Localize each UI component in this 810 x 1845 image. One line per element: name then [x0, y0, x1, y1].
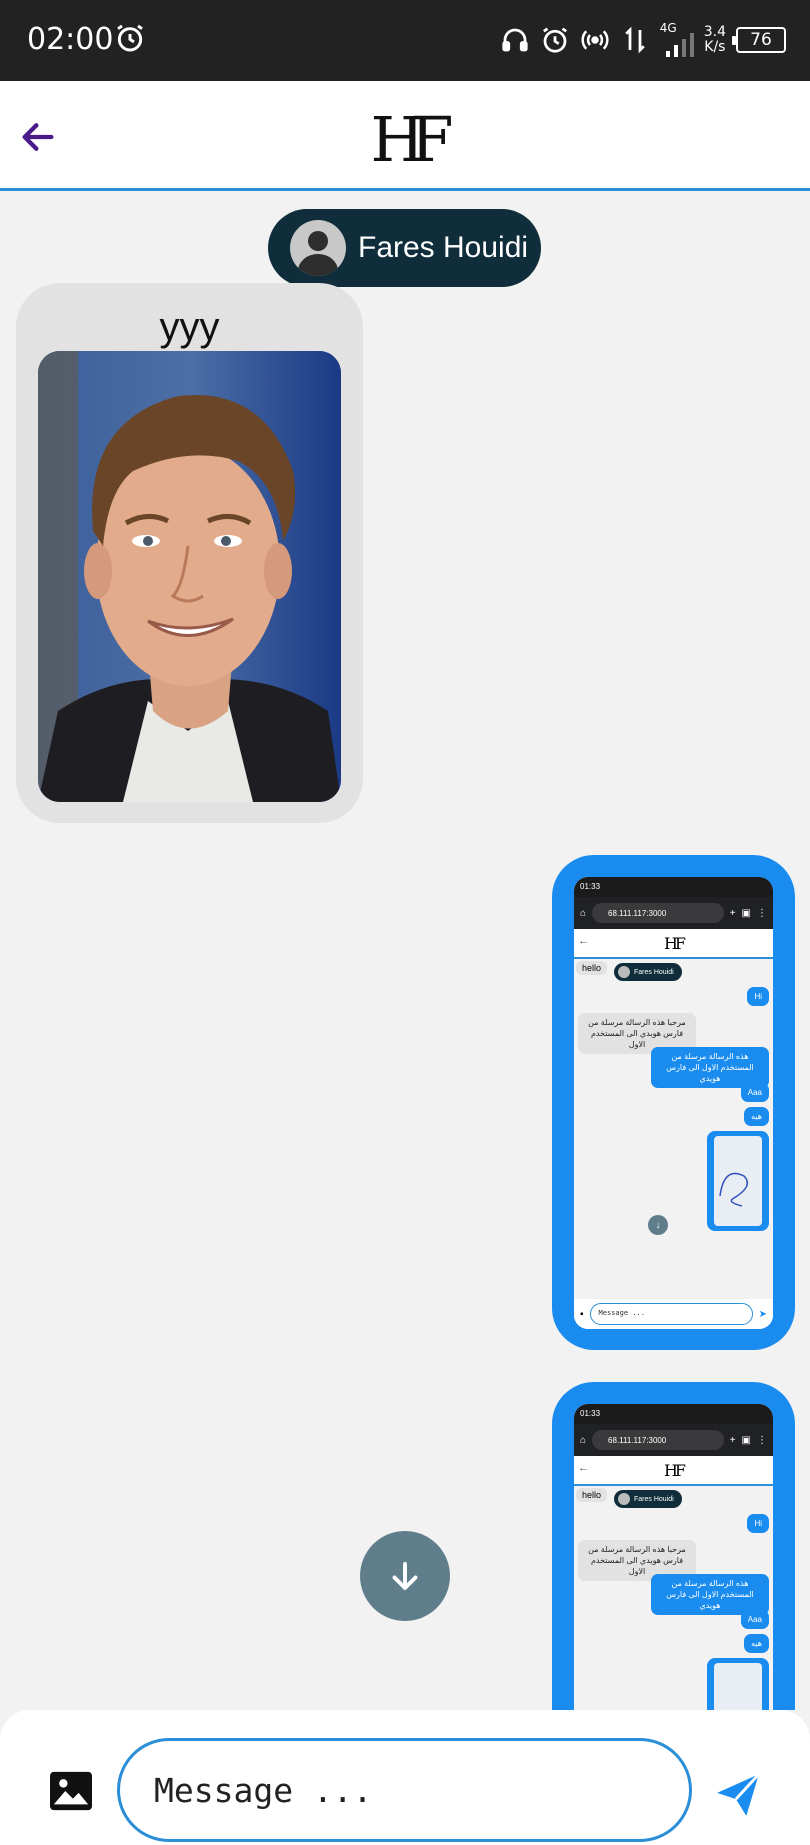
- message-photo[interactable]: [38, 351, 341, 802]
- embedded-message: Hi: [747, 987, 769, 1006]
- arrow-left-icon: ←: [578, 1462, 589, 1474]
- status-time: 02:00: [27, 22, 114, 57]
- message-text: yyy: [159, 305, 220, 349]
- scroll-down-button[interactable]: [360, 1531, 450, 1621]
- incoming-message: yyy: [16, 283, 363, 823]
- embedded-message: hello: [576, 961, 608, 975]
- embedded-status-time: 01:33: [574, 1404, 773, 1424]
- arrow-left-icon: ←: [578, 935, 589, 947]
- image-icon[interactable]: [48, 1770, 94, 1812]
- embedded-message: هذه الرسالة مرسلة من المستخدم الاول الى …: [651, 1574, 769, 1615]
- speed-unit: K/s: [704, 39, 726, 55]
- user-avatar-icon: [290, 220, 346, 276]
- embedded-message: Aaa: [740, 1610, 769, 1629]
- plus-icon: +: [729, 907, 736, 919]
- send-icon: ➤: [758, 1308, 767, 1320]
- embedded-contact-name: Fares Houidi: [634, 1495, 674, 1503]
- speed-value: 3.4: [703, 24, 726, 40]
- image-icon: ▪: [580, 1308, 584, 1320]
- home-icon: ⌂: [580, 1434, 587, 1446]
- embedded-contact-name: Fares Houidi: [634, 968, 674, 976]
- outgoing-image-message[interactable]: 01:33 ⌂ 68.111.117:3000 + ▣ ⋮ ← HF hello…: [552, 855, 795, 1350]
- message-input[interactable]: [117, 1738, 692, 1842]
- tabs-icon: ▣: [741, 907, 751, 919]
- embedded-contact-pill: Fares Houidi: [614, 963, 682, 981]
- embedded-screenshot: 01:33 ⌂ 68.111.117:3000 + ▣ ⋮ ← HF hello…: [574, 877, 773, 1329]
- arrow-down-icon: [392, 1562, 418, 1590]
- plus-icon: +: [729, 1434, 736, 1446]
- user-avatar-icon: [618, 1493, 630, 1505]
- embedded-url: 68.111.117:3000: [592, 903, 724, 923]
- embedded-contact-pill: Fares Houidi: [614, 1490, 682, 1508]
- battery-icon: 76: [732, 27, 786, 53]
- signal-icon: 4G: [660, 21, 694, 57]
- more-icon: ⋮: [757, 907, 767, 919]
- embedded-message: Hi: [747, 1514, 769, 1533]
- embedded-image-message: [707, 1658, 769, 1710]
- message-composer: [0, 1710, 810, 1845]
- embedded-chat: hello Fares Houidi Hi مرحبا هذه الرسالة …: [574, 959, 773, 1329]
- embedded-header: ← HF: [574, 929, 773, 959]
- status-icons: 4G 3.4 K/s 76: [500, 18, 786, 62]
- tabs-icon: ▣: [741, 1434, 751, 1446]
- chat-header: HF: [0, 81, 810, 191]
- arrow-down-icon: ↓: [648, 1215, 668, 1235]
- embedded-image-message: [707, 1131, 769, 1231]
- embedded-chat: hello Fares Houidi Hi مرحبا هذه الرسالة …: [574, 1486, 773, 1710]
- embedded-logo: HF: [663, 934, 686, 953]
- alarm-icon: [542, 27, 567, 53]
- home-icon: ⌂: [580, 907, 587, 919]
- embedded-browser-bar: ⌂ 68.111.117:3000 + ▣ ⋮: [574, 897, 773, 929]
- network-speed: 3.4 K/s: [704, 25, 726, 55]
- embedded-message: هذه الرسالة مرسلة من المستخدم الاول الى …: [651, 1047, 769, 1088]
- embedded-input: Message ...: [589, 1303, 753, 1325]
- more-icon: ⋮: [757, 1434, 767, 1446]
- embedded-screenshot: 01:33 ⌂ 68.111.117:3000 + ▣ ⋮ ← HF hello…: [574, 1404, 773, 1710]
- embedded-message: هيه: [744, 1634, 769, 1653]
- embedded-status-time: 01:33: [574, 877, 773, 897]
- embedded-message: هيه: [744, 1107, 769, 1126]
- embedded-composer: ▪ Message ... ➤: [574, 1299, 773, 1329]
- embedded-browser-bar: ⌂ 68.111.117:3000 + ▣ ⋮: [574, 1424, 773, 1456]
- embedded-message: Aaa: [740, 1083, 769, 1102]
- status-bar: 02:00 4G 3.4 K/s 76: [0, 0, 810, 81]
- embedded-header: ← HF: [574, 1456, 773, 1486]
- contact-pill[interactable]: Fares Houidi: [268, 209, 541, 287]
- send-icon[interactable]: [712, 1770, 764, 1820]
- embedded-message: hello: [576, 1488, 608, 1502]
- contact-name: Fares Houidi: [358, 231, 529, 264]
- hotspot-icon: [581, 30, 609, 50]
- data-transfer-icon: [625, 26, 645, 54]
- battery-level: 76: [750, 30, 772, 50]
- user-avatar-icon: [618, 966, 630, 978]
- outgoing-image-message[interactable]: 01:33 ⌂ 68.111.117:3000 + ▣ ⋮ ← HF hello…: [552, 1382, 795, 1710]
- app-logo: HF: [370, 103, 453, 176]
- embedded-url: 68.111.117:3000: [592, 1430, 724, 1450]
- headphones-icon: [502, 28, 528, 52]
- embedded-logo: HF: [663, 1461, 686, 1480]
- alarm-icon: [117, 24, 143, 52]
